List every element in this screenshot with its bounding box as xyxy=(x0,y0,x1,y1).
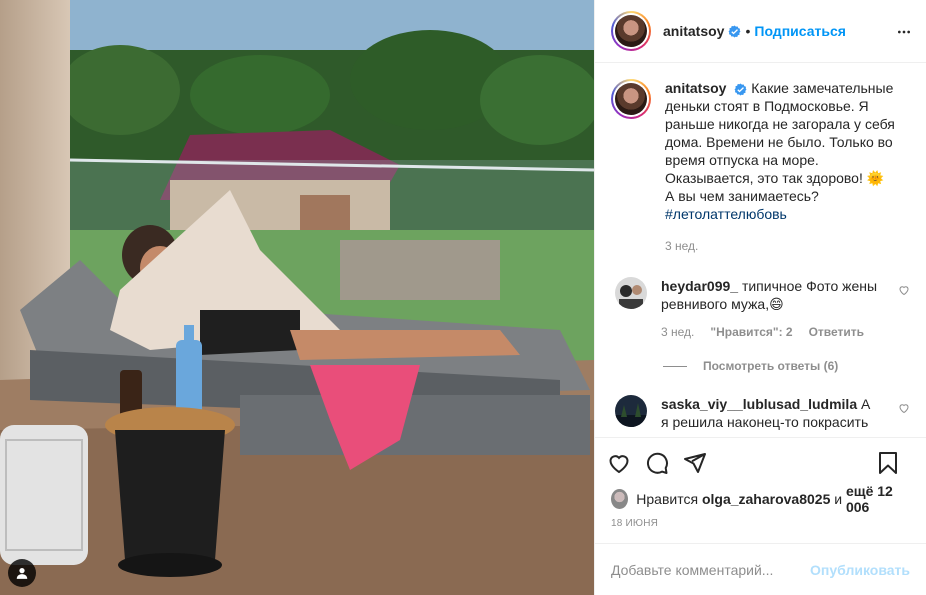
post-photo[interactable] xyxy=(0,0,594,595)
post-actions-section: Нравится olga_zaharova8025 и ещё 12 006 … xyxy=(595,437,926,543)
author-username[interactable]: anitatsoy xyxy=(663,23,724,39)
follow-button[interactable]: Подписаться xyxy=(754,23,846,39)
heart-icon[interactable] xyxy=(607,451,631,475)
comment-input[interactable] xyxy=(611,561,811,578)
post-sidebar: anitatsoy • Подписаться anitatsoy Какие … xyxy=(594,0,926,595)
caption-time[interactable]: 3 нед. xyxy=(665,237,897,255)
user-tag-icon xyxy=(16,568,28,579)
user-tag-button[interactable] xyxy=(8,559,36,587)
verified-badge-icon xyxy=(728,25,741,38)
post-modal: anitatsoy • Подписаться anitatsoy Какие … xyxy=(0,0,926,595)
commenter-username[interactable]: saska_viy__lublusad_ludmila xyxy=(661,396,857,412)
comment-likes[interactable]: "Нравится": 2 xyxy=(710,323,792,341)
comments-list[interactable]: anitatsoy Какие замечательные деньки сто… xyxy=(595,63,926,437)
comment-time[interactable]: 3 нед. xyxy=(661,323,694,341)
commenter-avatar[interactable] xyxy=(615,277,647,309)
likes-prefix: Нравится xyxy=(636,491,699,507)
view-replies-button[interactable]: Посмотреть ответы (6) xyxy=(663,359,910,373)
liker-username[interactable]: olga_zaharova8025 xyxy=(702,491,830,507)
comment-item: heydar099_ типичное Фото жены ревнивого … xyxy=(611,277,910,341)
likes-and: и xyxy=(834,491,843,507)
view-replies-label: Посмотреть ответы (6) xyxy=(703,359,839,373)
caption-hashtag[interactable]: #летолаттелюбовь xyxy=(665,206,787,222)
caption-text: Какие замечательные деньки стоят в Подмо… xyxy=(665,80,895,204)
publish-button[interactable]: Опубликовать xyxy=(810,562,910,578)
bookmark-icon[interactable] xyxy=(876,451,900,475)
add-comment-form: Опубликовать xyxy=(595,543,926,595)
author-avatar[interactable] xyxy=(611,11,651,51)
post-header: anitatsoy • Подписаться xyxy=(595,0,926,63)
likes-summary: Нравится olga_zaharova8025 и ещё 12 006 xyxy=(595,483,926,515)
action-bar xyxy=(595,438,926,488)
header-separator: • xyxy=(745,23,751,39)
comment-like-icon[interactable] xyxy=(898,283,910,299)
caption: anitatsoy Какие замечательные деньки сто… xyxy=(611,79,910,255)
caption-avatar[interactable] xyxy=(611,79,651,119)
caption-username[interactable]: anitatsoy xyxy=(665,80,726,96)
comment-icon[interactable] xyxy=(645,451,669,475)
commenter-username[interactable]: heydar099_ xyxy=(661,278,738,294)
more-options-icon[interactable] xyxy=(896,24,912,43)
comment-item: saska_viy__lublusad_ludmila А я решила н… xyxy=(611,395,910,431)
reply-button[interactable]: Ответить xyxy=(809,323,864,341)
comment-like-icon[interactable] xyxy=(898,401,910,417)
replies-divider xyxy=(663,365,687,367)
commenter-avatar[interactable] xyxy=(615,395,647,427)
photo-scene xyxy=(0,0,594,595)
share-icon[interactable] xyxy=(683,451,707,475)
verified-badge-icon xyxy=(734,83,747,96)
liker-avatar[interactable] xyxy=(611,489,629,509)
